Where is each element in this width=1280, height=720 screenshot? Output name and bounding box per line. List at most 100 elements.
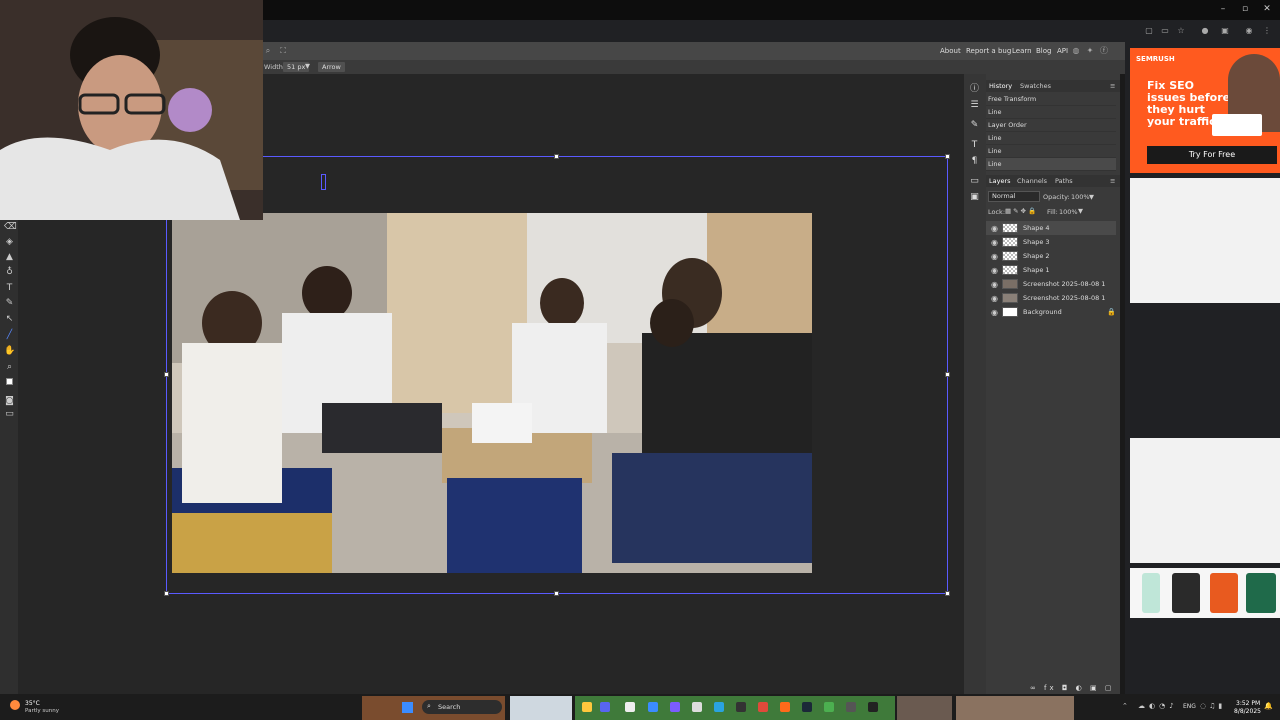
about-link[interactable]: About bbox=[940, 47, 961, 55]
layer-row[interactable]: ◉ Screenshot 2025-08-08 1 bbox=[986, 291, 1116, 305]
semrush-ad[interactable]: SEMRUSH Fix SEO issues before they hurt … bbox=[1130, 48, 1280, 173]
chevron-down-icon[interactable]: ▼ bbox=[1078, 207, 1083, 215]
terminal-icon[interactable] bbox=[868, 702, 878, 712]
app-icon[interactable] bbox=[846, 702, 856, 712]
line-tool-icon[interactable]: ╱ bbox=[4, 330, 15, 341]
transform-handle[interactable] bbox=[945, 372, 950, 377]
info-icon[interactable]: ⓘ bbox=[969, 84, 980, 95]
app-icon[interactable] bbox=[670, 702, 680, 712]
chevron-down-icon[interactable]: ▼ bbox=[1089, 193, 1094, 201]
eye-icon[interactable]: ◉ bbox=[991, 264, 998, 278]
facebook-icon[interactable]: ⓕ bbox=[1099, 46, 1109, 56]
tab-swatches[interactable]: Swatches bbox=[1020, 82, 1051, 90]
css-icon[interactable]: ▭ bbox=[969, 176, 980, 187]
eraser-icon[interactable]: ⌫ bbox=[4, 222, 17, 233]
character-icon[interactable]: T bbox=[969, 140, 980, 151]
brave-icon[interactable] bbox=[780, 702, 790, 712]
history-item[interactable]: Line bbox=[986, 145, 1116, 158]
cast-icon[interactable]: ▭ bbox=[1160, 26, 1170, 36]
clock-date[interactable]: 8/8/2025 bbox=[1234, 708, 1261, 715]
app-icon[interactable] bbox=[648, 702, 658, 712]
blend-mode-select[interactable]: Normal bbox=[988, 191, 1040, 202]
zoom-icon[interactable]: ⌕ bbox=[263, 46, 273, 56]
pen-tool-icon[interactable]: ✎ bbox=[4, 298, 15, 309]
sharpen-icon[interactable]: ▲ bbox=[4, 252, 15, 263]
arrow-button[interactable]: Arrow bbox=[318, 62, 345, 72]
app-icon[interactable] bbox=[692, 702, 702, 712]
api-link[interactable]: API bbox=[1057, 47, 1068, 55]
zoom-tool-icon[interactable]: ⌕ bbox=[4, 362, 15, 373]
blog-link[interactable]: Blog bbox=[1036, 47, 1051, 55]
menu-dots-icon[interactable]: ⋮ bbox=[1262, 26, 1272, 36]
reddit-icon[interactable]: ◍ bbox=[1071, 46, 1081, 56]
hand-tool-icon[interactable]: ✋ bbox=[4, 346, 15, 357]
tab-channels[interactable]: Channels bbox=[1017, 177, 1047, 185]
fill-input[interactable]: 100% bbox=[1059, 208, 1078, 216]
layer-actions-icon[interactable]: ∞ fx ◘ ◐ ▣ ▢ 🗑 bbox=[1030, 683, 1120, 703]
maximize-icon[interactable]: ▫ bbox=[1238, 4, 1252, 16]
layer-row[interactable]: ◉ Screenshot 2025-08-08 1 bbox=[986, 277, 1116, 291]
chevron-down-icon[interactable]: ▼ bbox=[305, 62, 310, 70]
transform-handle[interactable] bbox=[554, 154, 559, 159]
report-bug-link[interactable]: Report a bug bbox=[966, 47, 1011, 55]
history-item[interactable]: Line bbox=[986, 132, 1116, 145]
app-icon[interactable] bbox=[736, 702, 746, 712]
taskbar-search[interactable]: Search bbox=[422, 700, 502, 714]
tab-history[interactable]: History bbox=[989, 82, 1012, 90]
screen-mode-icon[interactable]: ▭ bbox=[4, 409, 15, 420]
extension-icon[interactable]: ● bbox=[1200, 26, 1210, 36]
history-item[interactable]: Layer Order bbox=[986, 119, 1116, 132]
eye-icon[interactable]: ◉ bbox=[991, 236, 998, 250]
path-select-icon[interactable]: ↖ bbox=[4, 314, 15, 325]
star-icon[interactable]: ☆ bbox=[1176, 26, 1186, 36]
properties-icon[interactable]: ☰ bbox=[969, 100, 980, 111]
image-icon[interactable]: ▣ bbox=[969, 192, 980, 203]
eye-icon[interactable]: ◉ bbox=[991, 222, 998, 236]
app-icon[interactable] bbox=[625, 702, 635, 712]
transform-handle[interactable] bbox=[164, 372, 169, 377]
transform-handle[interactable] bbox=[554, 591, 559, 596]
eye-icon[interactable]: ◉ bbox=[991, 278, 998, 292]
layer-row[interactable]: ◉ Background 🔒 bbox=[986, 305, 1116, 319]
opacity-input[interactable]: 100% bbox=[1071, 193, 1090, 201]
windows-start-icon[interactable] bbox=[402, 702, 413, 713]
puzzle-icon[interactable]: ▣ bbox=[1220, 26, 1230, 36]
layer-row[interactable]: ◉ Shape 1 bbox=[986, 263, 1116, 277]
weather-icon[interactable] bbox=[10, 700, 20, 710]
phones-ad[interactable] bbox=[1130, 568, 1280, 618]
bucket-icon[interactable]: ◈ bbox=[4, 237, 15, 248]
history-item[interactable]: Line bbox=[986, 106, 1116, 119]
folder-icon[interactable] bbox=[582, 702, 592, 712]
layer-row[interactable]: ◉ Shape 4 bbox=[986, 221, 1116, 235]
minimize-icon[interactable]: – bbox=[1216, 4, 1230, 16]
telegram-icon[interactable] bbox=[714, 702, 724, 712]
panel-menu-icon[interactable]: ≡ bbox=[1110, 82, 1115, 90]
panel-menu-icon[interactable]: ≡ bbox=[1110, 177, 1115, 185]
layer-row[interactable]: ◉ Shape 2 bbox=[986, 249, 1116, 263]
chrome-icon[interactable] bbox=[758, 702, 768, 712]
history-item[interactable]: Line bbox=[986, 158, 1116, 171]
try-free-button[interactable]: Try For Free bbox=[1147, 146, 1277, 164]
eye-icon[interactable]: ◉ bbox=[991, 250, 998, 264]
history-item[interactable]: Free Transform bbox=[986, 93, 1116, 106]
taskbar-preview[interactable] bbox=[897, 696, 952, 720]
brush-icon[interactable]: ✎ bbox=[969, 120, 980, 131]
taskbar-preview[interactable] bbox=[510, 696, 572, 720]
transform-selection[interactable] bbox=[166, 156, 948, 594]
transform-handle[interactable] bbox=[945, 591, 950, 596]
paragraph-icon[interactable]: ¶ bbox=[969, 156, 980, 167]
transform-handle[interactable] bbox=[164, 591, 169, 596]
minecraft-icon[interactable] bbox=[824, 702, 834, 712]
eye-icon[interactable]: ◉ bbox=[991, 306, 998, 320]
tab-paths[interactable]: Paths bbox=[1055, 177, 1073, 185]
fullscreen-icon[interactable]: ⛶ bbox=[278, 46, 288, 56]
tray-chevron-icon[interactable]: ⌃ bbox=[1122, 702, 1128, 710]
notification-icon[interactable]: 🔔 bbox=[1264, 702, 1273, 710]
twitter-icon[interactable]: ✦ bbox=[1085, 46, 1095, 56]
quick-mask-icon[interactable]: ◙ bbox=[4, 396, 15, 407]
clock-time[interactable]: 3:52 PM bbox=[1236, 700, 1260, 707]
discord-icon[interactable] bbox=[600, 702, 610, 712]
weather-temp[interactable]: 35°C bbox=[25, 700, 40, 707]
color-swatch-icon[interactable] bbox=[4, 378, 15, 389]
language-indicator[interactable]: ENG bbox=[1183, 703, 1196, 710]
